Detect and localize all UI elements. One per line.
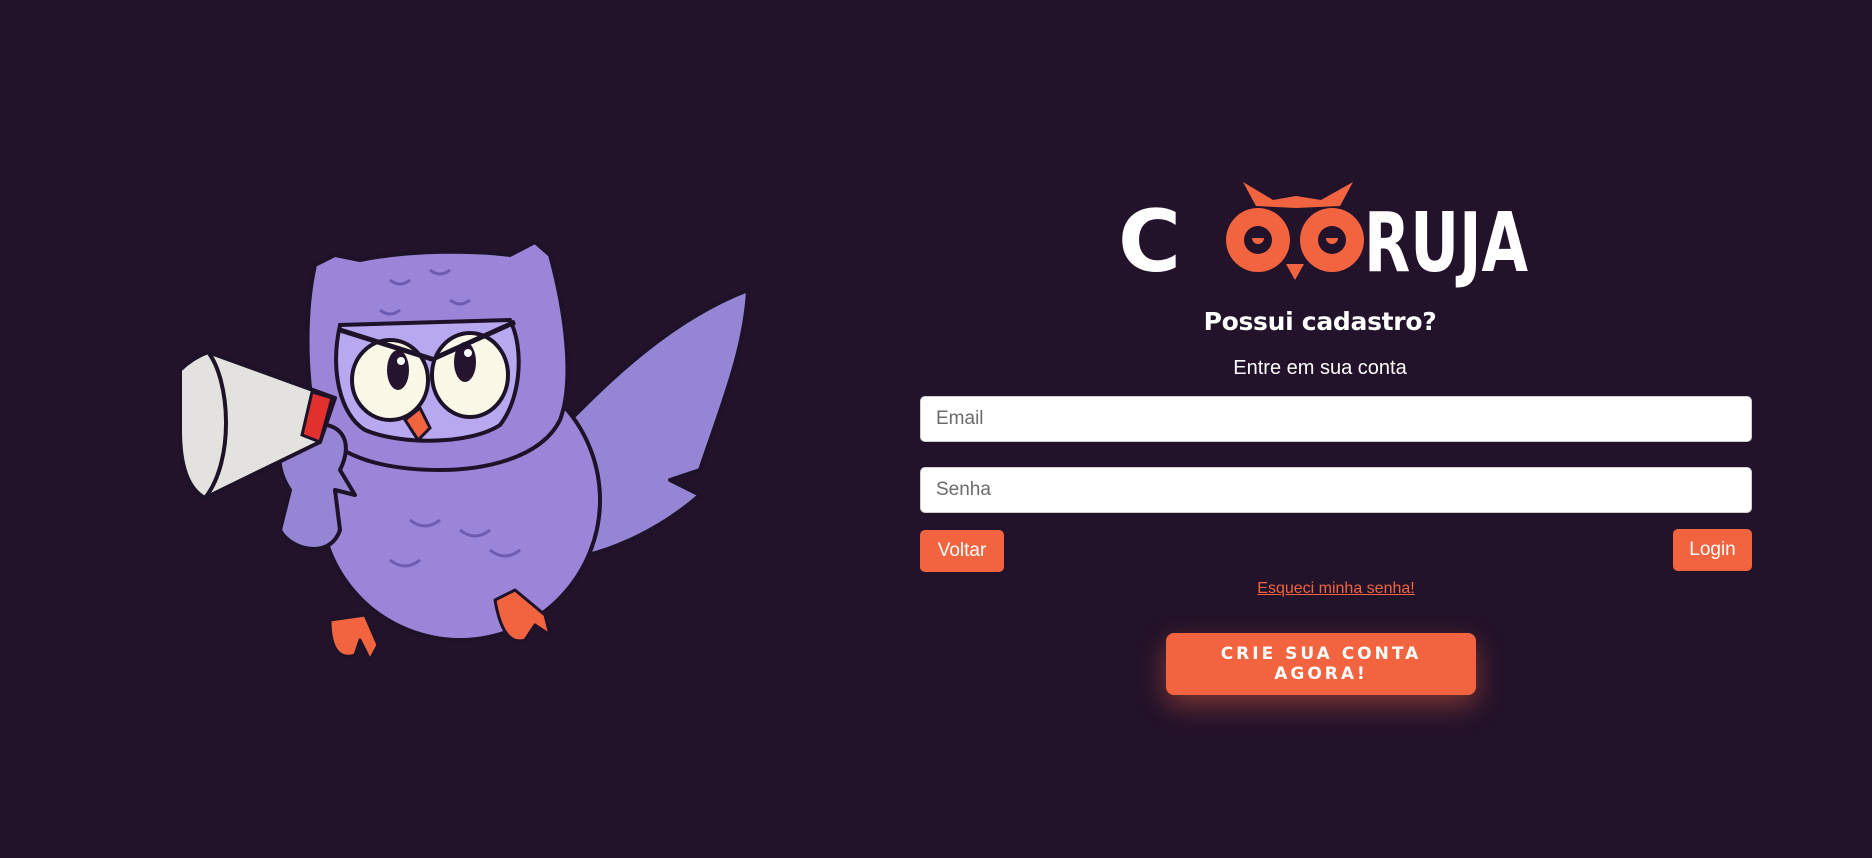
svg-text:RUJA: RUJA [1364,196,1528,291]
svg-text:C: C [1118,192,1181,292]
login-heading: Possui cadastro? [1203,307,1437,336]
owl-megaphone-icon [180,240,750,662]
forgot-password-link[interactable]: Esqueci minha senha! [920,580,1752,598]
cooruja-logo: C RUJA [1118,176,1528,294]
signup-button[interactable]: CRIE SUA CONTA AGORA! [1166,633,1476,695]
email-input[interactable] [920,396,1752,442]
owl-mascot-illustration [180,230,760,670]
login-subheading: Entre em sua conta [1233,357,1407,379]
login-button[interactable]: Login [1673,529,1752,571]
login-panel: C RUJA Possui cadastro? Entre em sua con… [920,0,1752,858]
cooruja-logo-icon: C RUJA [1118,182,1528,292]
back-button[interactable]: Voltar [920,530,1004,572]
password-input[interactable] [920,467,1752,513]
